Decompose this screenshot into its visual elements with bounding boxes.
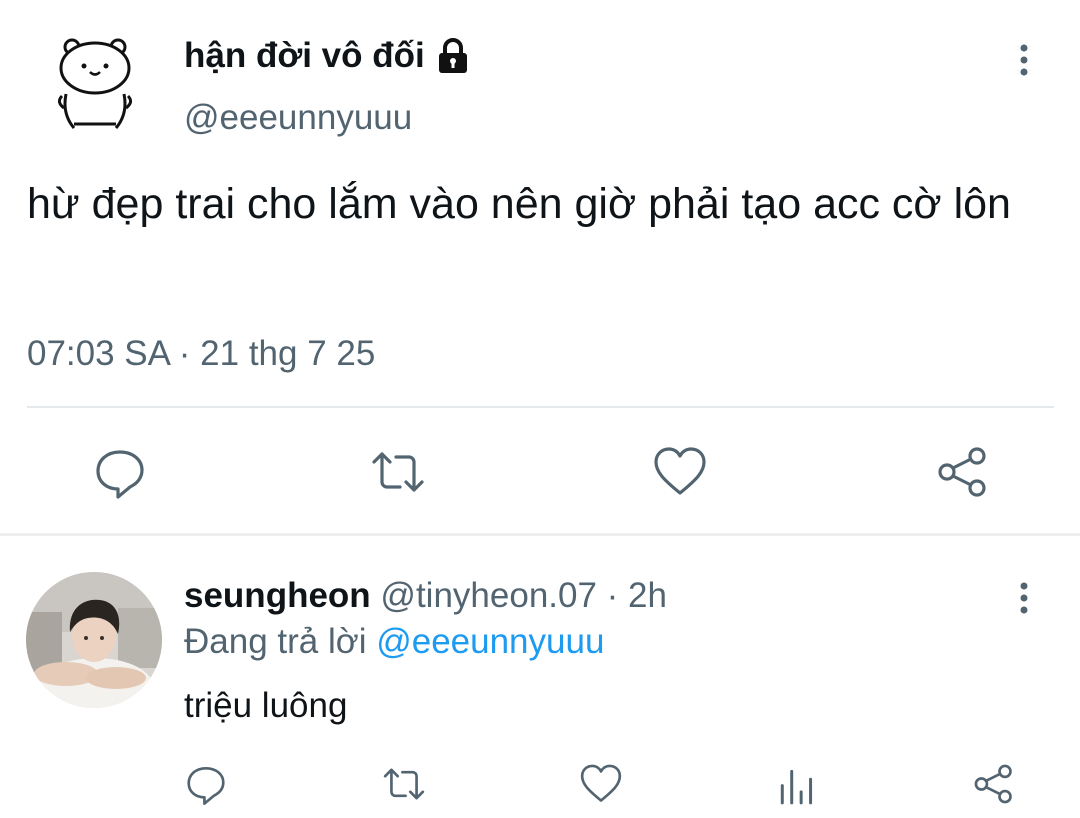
retweet-icon[interactable] <box>382 762 426 806</box>
reply-more-options-icon[interactable] <box>1010 578 1038 618</box>
author-avatar[interactable] <box>50 36 140 132</box>
replying-mention[interactable]: @eeeunnyuuu <box>376 622 604 661</box>
share-icon[interactable] <box>972 762 1016 806</box>
author-handle[interactable]: @eeeunnyuuu <box>184 96 412 140</box>
reply-text: triệu luông <box>184 686 348 725</box>
replying-prefix: Đang trả lời <box>184 622 367 661</box>
reply-header: seungheon @tinyheon.07 · 2h <box>184 574 667 618</box>
replying-to: Đang trả lời @eeeunnyuuu <box>184 620 604 664</box>
lock-icon <box>435 37 471 75</box>
share-icon[interactable] <box>935 444 991 500</box>
tweet-text: hừ đẹp trai cho lắm vào nên giờ phải tạo… <box>27 180 1011 228</box>
reply-author-name[interactable]: seungheon <box>184 576 371 615</box>
views-icon[interactable] <box>776 762 820 806</box>
section-divider <box>0 533 1080 536</box>
author-name[interactable]: hận đời vô đối <box>184 34 425 78</box>
author-name-row[interactable]: hận đời vô đối <box>184 34 471 78</box>
reply-author-avatar[interactable] <box>26 572 162 708</box>
more-options-icon[interactable] <box>1010 40 1038 80</box>
divider <box>27 406 1054 408</box>
reply-meta[interactable]: @tinyheon.07 · 2h <box>380 576 667 615</box>
retweet-icon[interactable] <box>370 444 426 500</box>
reply-icon[interactable] <box>184 762 228 806</box>
tweet-timestamp[interactable]: 07:03 SA · 21 thg 7 25 <box>27 332 375 376</box>
like-icon[interactable] <box>579 762 623 806</box>
like-icon[interactable] <box>652 444 708 500</box>
reply-icon[interactable] <box>92 444 148 500</box>
